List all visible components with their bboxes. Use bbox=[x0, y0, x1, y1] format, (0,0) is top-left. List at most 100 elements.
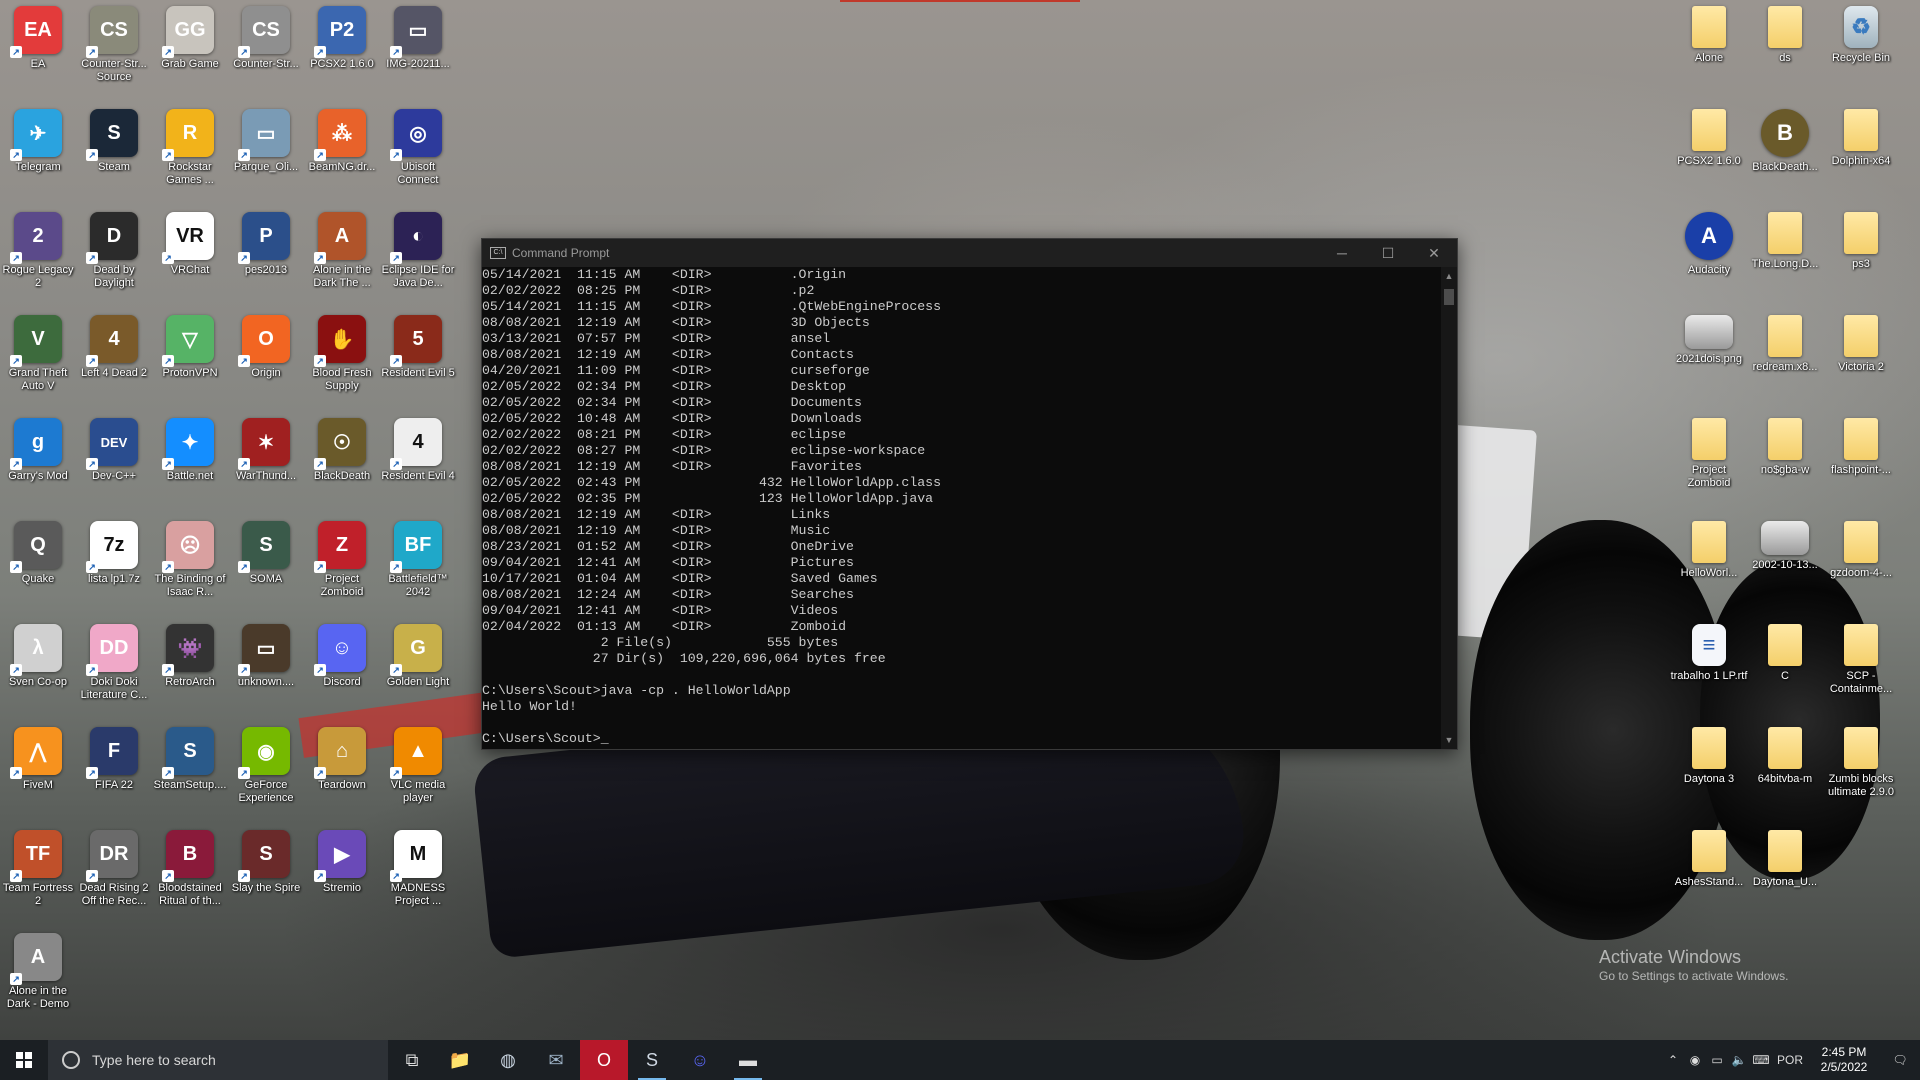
desktop-icon-madness-project[interactable]: M ↗ MADNESS Project ... bbox=[381, 826, 455, 924]
desktop-icon-telegram[interactable]: ✈ ↗ Telegram bbox=[1, 105, 75, 203]
desktop-icon-flashpoint[interactable]: flashpoint-... bbox=[1824, 414, 1898, 512]
desktop-icon-blood-fresh-supply[interactable]: ✋ ↗ Blood Fresh Supply bbox=[305, 311, 379, 409]
desktop-icon-quake[interactable]: Q ↗ Quake bbox=[1, 517, 75, 615]
desktop-icon-retroarch[interactable]: 👾 ↗ RetroArch bbox=[153, 620, 227, 718]
desktop-icon-resident-evil-4[interactable]: 4 ↗ Resident Evil 4 bbox=[381, 414, 455, 512]
desktop-icon-warthund[interactable]: ✶ ↗ WarThund... bbox=[229, 414, 303, 512]
scrollbar-thumb[interactable] bbox=[1444, 289, 1454, 305]
desktop-icon-blackdeath[interactable]: ☉ ↗ BlackDeath bbox=[305, 414, 379, 512]
desktop-icon-left-4-dead-2[interactable]: 4 ↗ Left 4 Dead 2 bbox=[77, 311, 151, 409]
taskbar-app-steam[interactable]: S bbox=[628, 1040, 676, 1080]
taskbar-app-opera[interactable]: O bbox=[580, 1040, 628, 1080]
desktop-icon-project-zomboid[interactable]: Project Zomboid bbox=[1672, 414, 1746, 512]
desktop-icon-c[interactable]: C bbox=[1748, 620, 1822, 718]
desktop-icon-dead-by-daylight[interactable]: D ↗ Dead by Daylight bbox=[77, 208, 151, 306]
desktop-icon-pcsx2-1-6-0[interactable]: P2 ↗ PCSX2 1.6.0 bbox=[305, 2, 379, 100]
desktop-icon-zumbi-blocks-ultimate-2-9-0[interactable]: Zumbi blocks ultimate 2.9.0 bbox=[1824, 723, 1898, 821]
desktop-icon-counter-str-source[interactable]: CS ↗ Counter-Str... Source bbox=[77, 2, 151, 100]
desktop-icon-origin[interactable]: O ↗ Origin bbox=[229, 311, 303, 409]
desktop-icon-grab-game[interactable]: GG ↗ Grab Game bbox=[153, 2, 227, 100]
desktop-icon-rockstar-games[interactable]: R ↗ Rockstar Games ... bbox=[153, 105, 227, 203]
window-titlebar[interactable]: C:\ Command Prompt ─ ☐ ✕ bbox=[482, 239, 1457, 267]
desktop-icon-stremio[interactable]: ▶ ↗ Stremio bbox=[305, 826, 379, 924]
desktop-icon-resident-evil-5[interactable]: 5 ↗ Resident Evil 5 bbox=[381, 311, 455, 409]
desktop-icon-bloodstained-ritual-of-th[interactable]: B ↗ Bloodstained Ritual of th... bbox=[153, 826, 227, 924]
desktop-icon-2002-10-13[interactable]: 2002-10-13... bbox=[1748, 517, 1822, 615]
desktop-icon-protonvpn[interactable]: ▽ ↗ ProtonVPN bbox=[153, 311, 227, 409]
desktop-icon-dolphin-x64[interactable]: Dolphin-x64 bbox=[1824, 105, 1898, 203]
taskbar-app-discord[interactable]: ☺ bbox=[676, 1040, 724, 1080]
desktop-icon-the-binding-of-isaac-r[interactable]: ☹ ↗ The Binding of Isaac R... bbox=[153, 517, 227, 615]
desktop-icon-teardown[interactable]: ⌂ ↗ Teardown bbox=[305, 723, 379, 821]
desktop-icon-battlefield-2042[interactable]: BF ↗ Battlefield™ 2042 bbox=[381, 517, 455, 615]
taskbar-search-box[interactable]: Type here to search bbox=[48, 1040, 388, 1080]
desktop-icon-fifa-22[interactable]: F ↗ FIFA 22 bbox=[77, 723, 151, 821]
desktop-icon-unknown[interactable]: ▭ ↗ unknown.... bbox=[229, 620, 303, 718]
desktop-icon-discord[interactable]: ☺ ↗ Discord bbox=[305, 620, 379, 718]
desktop-icon-daytona-3[interactable]: Daytona 3 bbox=[1672, 723, 1746, 821]
desktop-icon-slay-the-spire[interactable]: S ↗ Slay the Spire bbox=[229, 826, 303, 924]
desktop-icon-beamng-dr[interactable]: ⁂ ↗ BeamNG.dr... bbox=[305, 105, 379, 203]
minimize-button[interactable]: ─ bbox=[1319, 239, 1365, 267]
desktop-icon-team-fortress-2[interactable]: TF ↗ Team Fortress 2 bbox=[1, 826, 75, 924]
desktop-icon-gzdoom-4[interactable]: gzdoom-4-... bbox=[1824, 517, 1898, 615]
desktop-icon-pcsx2-1-6-0[interactable]: PCSX2 1.6.0 bbox=[1672, 105, 1746, 203]
desktop-icon-grand-theft-auto-v[interactable]: V ↗ Grand Theft Auto V bbox=[1, 311, 75, 409]
desktop-icon-no-gba-w[interactable]: no$gba-w bbox=[1748, 414, 1822, 512]
desktop-icon-the-long-d[interactable]: The.Long.D... bbox=[1748, 208, 1822, 306]
desktop-icon-trabalho-1-lp-rtf[interactable]: ≡ trabalho 1 LP.rtf bbox=[1671, 620, 1747, 718]
desktop-icon-victoria-2[interactable]: Victoria 2 bbox=[1824, 311, 1898, 409]
command-prompt-window[interactable]: C:\ Command Prompt ─ ☐ ✕ 05/14/2021 11:1… bbox=[481, 238, 1458, 750]
desktop-icon-alone-in-the-dark-the[interactable]: A ↗ Alone in the Dark The ... bbox=[305, 208, 379, 306]
desktop-icon-garry-s-mod[interactable]: g ↗ Garry's Mod bbox=[1, 414, 75, 512]
chevron-up-icon[interactable]: ⌃ bbox=[1662, 1040, 1684, 1080]
clock[interactable]: 2:45 PM 2/5/2022 bbox=[1808, 1045, 1880, 1075]
desktop-icon-battle-net[interactable]: ✦ ↗ Battle.net bbox=[153, 414, 227, 512]
scroll-down-icon[interactable]: ▼ bbox=[1441, 733, 1457, 747]
desktop-icon-redream-x8[interactable]: redream.x8... bbox=[1748, 311, 1822, 409]
vertical-scrollbar[interactable]: ▲ ▼ bbox=[1441, 267, 1457, 749]
language-indicator[interactable]: POR bbox=[1772, 1040, 1808, 1080]
desktop-icon-counter-str[interactable]: CS ↗ Counter-Str... bbox=[229, 2, 303, 100]
webcam-icon[interactable]: ◉ bbox=[1684, 1040, 1706, 1080]
volume-icon[interactable]: 🔈 bbox=[1728, 1040, 1750, 1080]
taskbar-app-mail[interactable]: ✉ bbox=[532, 1040, 580, 1080]
desktop-icon-dev-c[interactable]: DEV ↗ Dev-C++ bbox=[77, 414, 151, 512]
notification-icon[interactable]: 🗨 bbox=[1880, 1040, 1920, 1080]
desktop-icon-ds[interactable]: ds bbox=[1748, 2, 1822, 100]
taskbar-app-command-prompt[interactable]: ▬ bbox=[724, 1040, 772, 1080]
desktop-icon-ea[interactable]: EA ↗ EA bbox=[1, 2, 75, 100]
desktop-icon-steam[interactable]: S ↗ Steam bbox=[77, 105, 151, 203]
desktop-icon-alone-in-the-dark-demo[interactable]: A ↗ Alone in the Dark - Demo bbox=[1, 929, 75, 1027]
close-button[interactable]: ✕ bbox=[1411, 239, 1457, 267]
desktop-icon-helloworl[interactable]: HelloWorl... bbox=[1672, 517, 1746, 615]
desktop-icon-img-20211[interactable]: ▭ ↗ IMG-20211... bbox=[381, 2, 455, 100]
desktop-icon-vlc-media-player[interactable]: ▲ ↗ VLC media player bbox=[381, 723, 455, 821]
keyboard-icon[interactable]: ⌨ bbox=[1750, 1040, 1772, 1080]
desktop-icon-fivem[interactable]: ⋀ ↗ FiveM bbox=[1, 723, 75, 821]
desktop-icon-ashesstand[interactable]: AshesStand... bbox=[1672, 826, 1746, 924]
desktop-icon-daytona-u[interactable]: Daytona_U... bbox=[1748, 826, 1822, 924]
taskbar-app-file-explorer[interactable]: 📁 bbox=[436, 1040, 484, 1080]
taskbar-app-task-view[interactable]: ⧉ bbox=[388, 1040, 436, 1080]
desktop-icon-eclipse-ide-for-java-de[interactable]: ◐ ↗ Eclipse IDE for Java De... bbox=[381, 208, 455, 306]
desktop-icon-pes2013[interactable]: P ↗ pes2013 bbox=[229, 208, 303, 306]
desktop-icon-lista-lp1-7z[interactable]: 7z ↗ lista lp1.7z bbox=[77, 517, 151, 615]
desktop-icon-2021dois-png[interactable]: 2021dois.png bbox=[1672, 311, 1746, 409]
desktop-icon-doki-doki-literature-c[interactable]: DD ↗ Doki Doki Literature C... bbox=[77, 620, 151, 718]
desktop-icon-geforce-experience[interactable]: ◉ ↗ GeForce Experience bbox=[229, 723, 303, 821]
taskbar-app-firefox-like-browser[interactable]: ◍ bbox=[484, 1040, 532, 1080]
desktop-icon-64bitvba-m[interactable]: 64bitvba-m bbox=[1748, 723, 1822, 821]
desktop-icon-rogue-legacy-2[interactable]: 2 ↗ Rogue Legacy 2 bbox=[1, 208, 75, 306]
desktop-icon-recycle-bin[interactable]: ♻ Recycle Bin bbox=[1824, 2, 1898, 100]
desktop-icon-steamsetup[interactable]: S ↗ SteamSetup.... bbox=[153, 723, 227, 821]
desktop-icon-vrchat[interactable]: VR ↗ VRChat bbox=[153, 208, 227, 306]
desktop-icon-dead-rising-2-off-the-rec[interactable]: DR ↗ Dead Rising 2 Off the Rec... bbox=[77, 826, 151, 924]
desktop-icon-blackdeath[interactable]: B BlackDeath... bbox=[1748, 105, 1822, 203]
desktop-icon-sven-co-op[interactable]: λ ↗ Sven Co-op bbox=[1, 620, 75, 718]
maximize-button[interactable]: ☐ bbox=[1365, 239, 1411, 267]
desktop-icon-project-zomboid[interactable]: Z ↗ Project Zomboid bbox=[305, 517, 379, 615]
desktop-icon-alone[interactable]: Alone bbox=[1672, 2, 1746, 100]
network-icon[interactable]: ▭ bbox=[1706, 1040, 1728, 1080]
desktop-icon-ps3[interactable]: ps3 bbox=[1824, 208, 1898, 306]
